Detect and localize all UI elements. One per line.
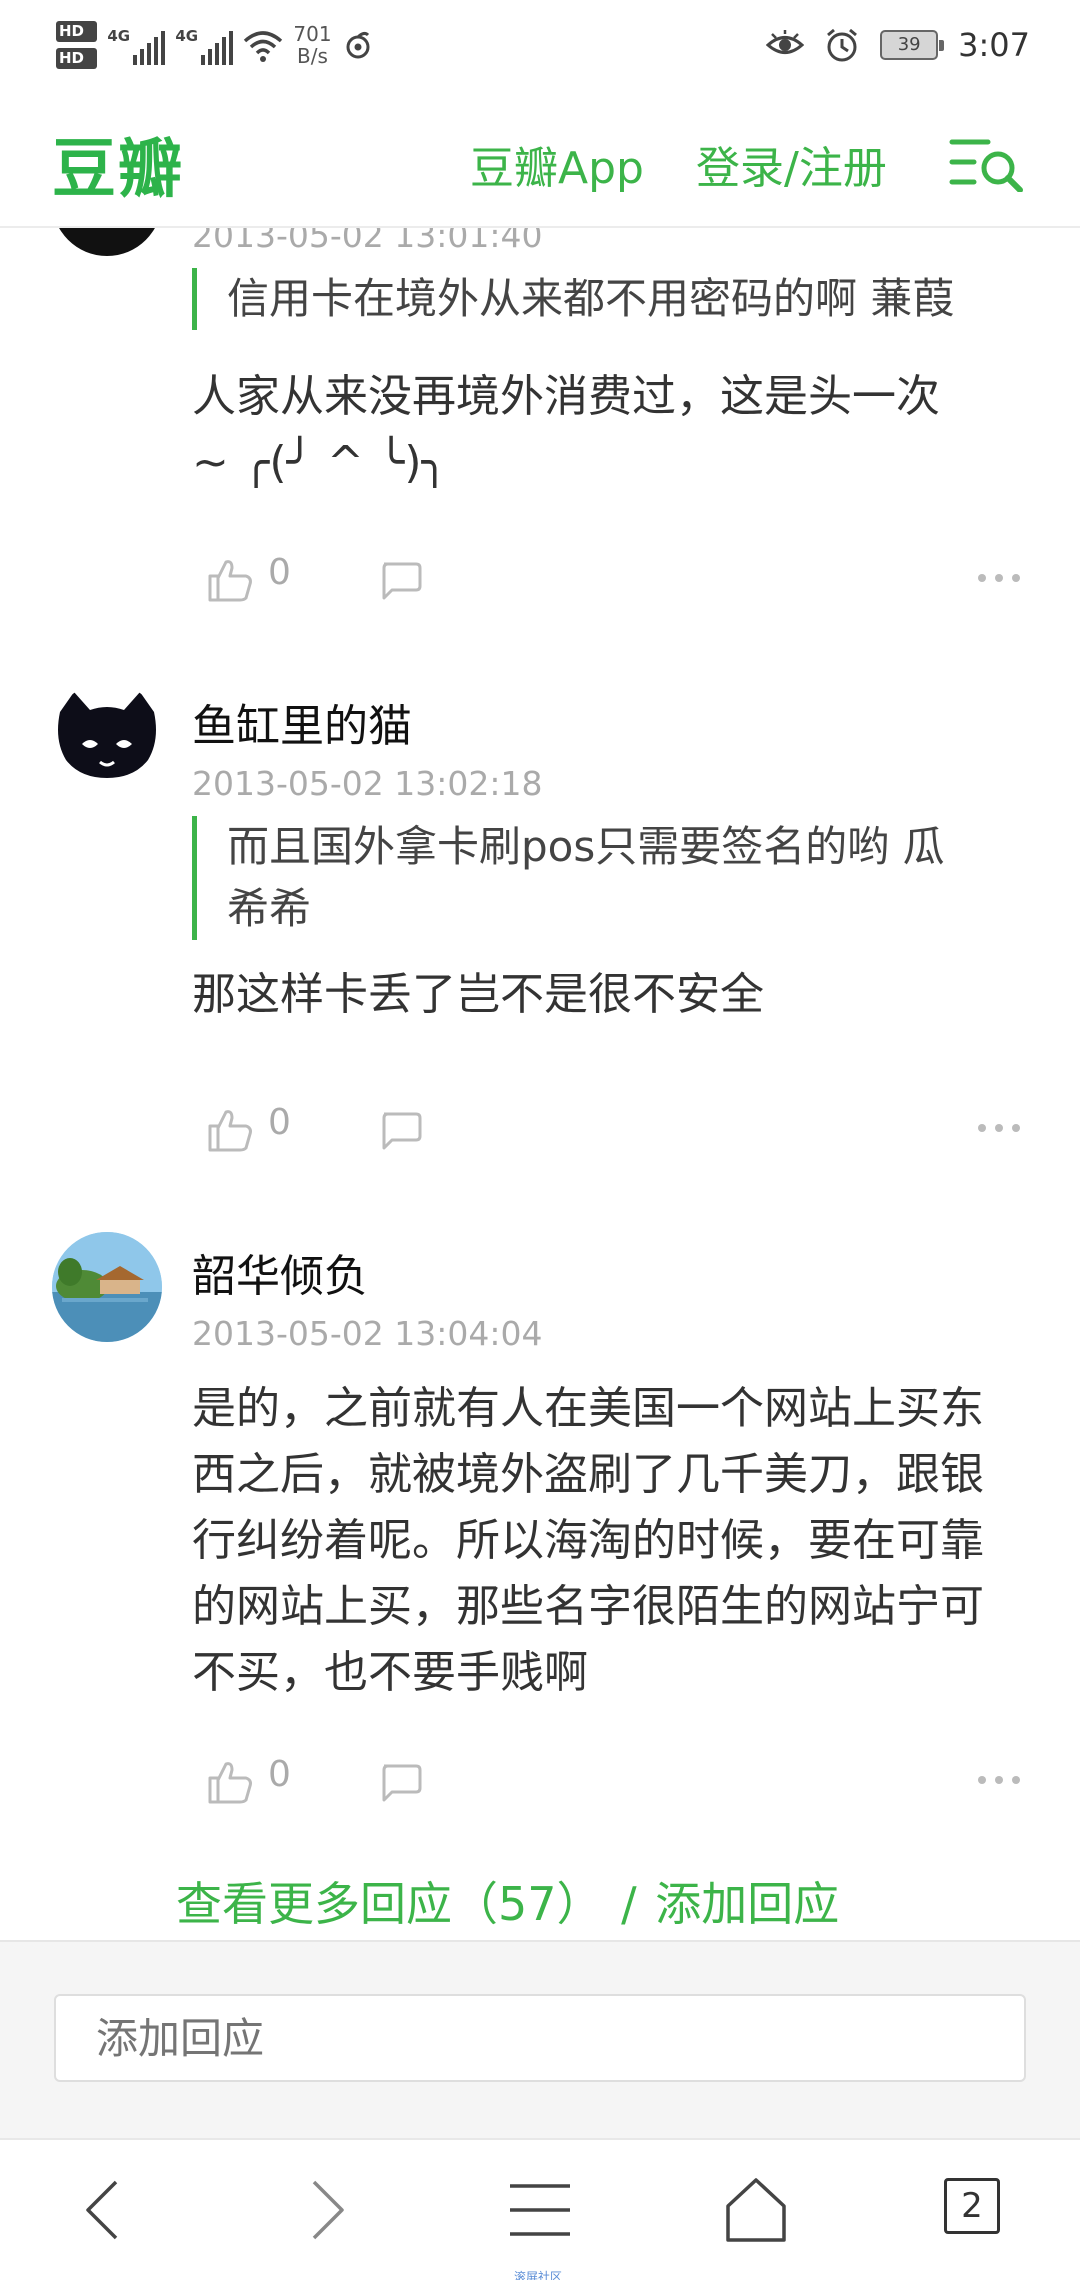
- more-links: 查看更多回应（57） / 添加回应: [176, 1868, 843, 1934]
- comment-actions: 0: [192, 1748, 1022, 1818]
- comment-actions: 0: [192, 1096, 1022, 1166]
- quoted-reply: 信用卡在境外从来都不用密码的啊 蒹葭: [192, 268, 1022, 330]
- reply-icon[interactable]: [378, 1110, 422, 1150]
- douban-logo[interactable]: 豆瓣: [52, 118, 184, 210]
- comment-actions: 0: [192, 546, 1022, 616]
- reply-input[interactable]: [54, 1994, 1026, 2082]
- comment-line: 行纠纷着呢。所以海淘的时候，要在可靠: [192, 1515, 984, 1566]
- wifi-icon: [244, 31, 283, 62]
- status-right: 39 3:07: [766, 14, 1030, 76]
- comment-line: 不买，也不要手贱啊: [192, 1647, 588, 1698]
- like-count: 0: [268, 1754, 291, 1795]
- cat-avatar-icon: [58, 692, 156, 778]
- quoted-reply: 而且国外拿卡刷pos只需要签名的哟 瓜 希希: [192, 816, 1022, 940]
- thumbs-up-icon[interactable]: [206, 1106, 254, 1154]
- comment-line: ~ ╭(╯ ^ ╰)╮: [192, 437, 448, 488]
- login-register-link[interactable]: 登录/注册: [696, 132, 887, 196]
- commenter-name[interactable]: 鱼缸里的猫: [192, 690, 412, 754]
- menu-icon[interactable]: [500, 2174, 580, 2246]
- add-reply-link[interactable]: 添加回应: [655, 1877, 839, 1931]
- reply-icon[interactable]: [378, 560, 422, 600]
- thumbs-up-icon[interactable]: [206, 556, 254, 604]
- comment-line: 西之后，就被境外盗刷了几千美刀，跟银: [192, 1449, 984, 1500]
- sync-icon: [346, 31, 370, 59]
- site-header: 豆瓣 豆瓣App 登录/注册: [0, 88, 1080, 228]
- network-speed: 701 B/s: [293, 22, 332, 68]
- avatar[interactable]: [52, 228, 162, 256]
- hd-badge-2: HD 2: [56, 48, 98, 69]
- more-icon[interactable]: [976, 566, 1022, 590]
- menu-search-icon[interactable]: [948, 136, 1028, 192]
- landscape-avatar-icon: [52, 1232, 162, 1342]
- commenter-name[interactable]: 韶华倾负: [192, 1240, 368, 1304]
- like-count: 0: [268, 1102, 291, 1143]
- forward-icon[interactable]: [286, 2174, 366, 2246]
- signal-icon-1: 4G: [107, 25, 166, 65]
- back-icon[interactable]: [64, 2174, 144, 2246]
- quote-line: 希希: [227, 884, 312, 933]
- douban-app-link[interactable]: 豆瓣App: [470, 132, 644, 196]
- eye-icon: [766, 30, 805, 54]
- battery-icon: 39: [880, 30, 945, 60]
- comment-text: 人家从来没再境外消费过，这是头一次 ~ ╭(╯ ^ ╰)╮: [192, 364, 1022, 496]
- comment-line: 人家从来没再境外消费过，这是头一次: [192, 371, 940, 422]
- comment-line: 的网站上买，那些名字很陌生的网站宁可: [192, 1581, 984, 1632]
- comment-time: 2013-05-02 13:01:40: [192, 228, 543, 255]
- reply-bar: [0, 1940, 1080, 2138]
- signal-icon-2: 4G: [175, 25, 234, 65]
- comment-time: 2013-05-02 13:04:04: [192, 1314, 543, 1353]
- view-more-replies-link[interactable]: 查看更多回应（57）: [176, 1877, 603, 1931]
- status-left: HD 1 HD 2 4G 4G 701 B/s: [56, 14, 374, 76]
- more-icon[interactable]: [976, 1116, 1022, 1140]
- hd-badge-1: HD 1: [56, 21, 98, 42]
- quote-text: 信用卡在境外从来都不用密码的啊 蒹葭: [227, 274, 955, 323]
- sim-badges: HD 1 HD 2: [56, 21, 98, 69]
- comment-line: 是的，之前就有人在美国一个网站上买东: [192, 1383, 984, 1434]
- avatar[interactable]: [52, 682, 162, 792]
- alarm-icon: [827, 28, 858, 62]
- nav-caption: 滚屏社区: [514, 2270, 563, 2280]
- clock: 3:07: [958, 26, 1030, 64]
- comment-time: 2013-05-02 13:02:18: [192, 764, 543, 803]
- browser-nav-bar: 2 滚屏社区: [0, 2138, 1080, 2280]
- reply-icon[interactable]: [378, 1762, 422, 1802]
- home-icon[interactable]: [716, 2174, 796, 2246]
- comment-text: 是的，之前就有人在美国一个网站上买东 西之后，就被境外盗刷了几千美刀，跟银 行纠…: [192, 1376, 1022, 1706]
- link-separator: /: [621, 1877, 637, 1931]
- status-bar: HD 1 HD 2 4G 4G 701 B/s 39 3:07: [0, 0, 1080, 88]
- tabs-count-button[interactable]: 2: [944, 2178, 1000, 2234]
- comment-text: 那这样卡丢了岂不是很不安全: [192, 969, 764, 1020]
- like-count: 0: [268, 552, 291, 593]
- more-icon[interactable]: [976, 1768, 1022, 1792]
- thumbs-up-icon[interactable]: [206, 1758, 254, 1806]
- comment-list: 2013-05-02 13:01:40 信用卡在境外从来都不用密码的啊 蒹葭 人…: [0, 228, 1080, 1940]
- quote-line: 而且国外拿卡刷pos只需要签名的哟 瓜: [227, 822, 945, 871]
- avatar[interactable]: [52, 1232, 162, 1342]
